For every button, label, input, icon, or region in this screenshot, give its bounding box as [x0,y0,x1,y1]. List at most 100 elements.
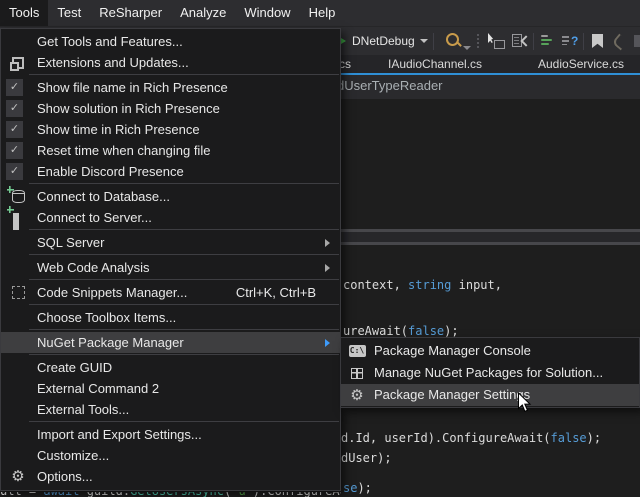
menu-item-connect-to-database[interactable]: Connect to Database... [1,186,340,207]
menu-item-extensions-and-updates[interactable]: Extensions and Updates... [1,52,340,73]
code-keyword: false [551,431,587,445]
menu-item-label: Web Code Analysis [37,260,150,275]
icon-slot [6,209,30,226]
code-text: context, [343,278,408,292]
find-dropdown-icon[interactable] [463,46,471,50]
menu-separator [29,254,339,255]
toolbar-separator [433,33,434,50]
code-text: ); [444,324,458,338]
menu-item-label: Connect to Server... [37,210,152,225]
bookmark-icon[interactable] [592,34,603,48]
menu-separator [29,354,339,355]
find-icon-handle [456,41,462,47]
menu-item-label: External Command 2 [37,381,159,396]
run-target-dropdown-icon[interactable] [420,39,428,43]
menu-item-label: SQL Server [37,235,104,250]
navigate-box-icon [494,40,505,49]
menu-item-create-guid[interactable]: Create GUID [1,357,340,378]
menu-item-reset-time[interactable]: ✓ Reset time when changing file [1,140,340,161]
icon-slot: C:\ [347,343,367,359]
code-text: ).ConfigureAwait( [253,492,341,497]
package-icon [351,368,363,379]
menu-item-label: Get Tools and Features... [37,34,183,49]
icon-slot [347,365,367,381]
submenu-arrow-icon [325,264,330,272]
menubar-item-tools[interactable]: Tools [0,0,48,26]
server-icon [13,211,24,224]
code-line: d.Id, userId).ConfigureAwait(false); [341,431,601,446]
menu-item-get-tools-and-features[interactable]: Get Tools and Features... [1,31,340,52]
menu-separator [29,74,339,75]
menu-item-label: Choose Toolbox Items... [37,310,176,325]
menu-item-show-file-name[interactable]: ✓ Show file name in Rich Presence [1,77,340,98]
menu-separator [29,329,339,330]
question-mark-icon: ? [571,34,578,48]
menu-item-show-time[interactable]: ✓ Show time in Rich Presence [1,119,340,140]
console-icon: C:\ [349,345,366,357]
menu-separator [29,279,339,280]
menu-item-choose-toolbox-items[interactable]: Choose Toolbox Items... [1,307,340,328]
menu-item-external-tools[interactable]: External Tools... [1,399,340,420]
run-target-label[interactable]: DNetDebug [352,27,415,55]
code-text: dUser); [341,451,392,465]
code-line: context, string input, [343,278,502,293]
pane-splitter-gap [341,232,640,242]
checkmark-icon: ✓ [6,121,23,138]
menu-item-enable-discord-presence[interactable]: ✓ Enable Discord Presence [1,161,340,182]
menu-item-code-snippets-manager[interactable]: Code Snippets Manager... Ctrl+K, Ctrl+B [1,282,340,303]
menubar-item-resharper[interactable]: ReSharper [90,0,171,26]
menu-item-label: Create GUID [37,360,112,375]
code-text: ); [587,431,601,445]
code-text: input, [451,278,502,292]
prev-bookmark-icon[interactable] [612,34,629,51]
submenu-item-package-manager-console[interactable]: C:\ Package Manager Console [341,340,639,362]
submenu-arrow-icon [325,339,330,347]
submenu-item-package-manager-settings[interactable]: ⚙ Package Manager Settings [341,384,639,406]
code-line: se); [343,481,372,496]
menu-item-label: Options... [37,469,93,484]
menu-item-label: Extensions and Updates... [37,55,189,70]
code-keyword: false [408,324,444,338]
code-text: ult = [0,492,43,497]
menu-item-options[interactable]: ⚙ Options... [1,466,340,487]
code-text: ); [357,481,371,495]
menu-item-web-code-analysis[interactable]: Web Code Analysis [1,257,340,278]
menubar-item-test[interactable]: Test [48,0,90,26]
gear-icon: ⚙ [350,387,363,404]
menu-item-label: Enable Discord Presence [37,164,184,179]
menu-item-customize[interactable]: Customize... [1,445,340,466]
code-keyword: string [408,278,451,292]
menu-item-connect-to-server[interactable]: Connect to Server... [1,207,340,228]
code-string: "u" [231,492,253,497]
menu-item-label: Show time in Rich Presence [37,122,200,137]
tab-audioservice[interactable]: AudioService.cs [538,56,624,73]
menubar-item-analyze[interactable]: Analyze [171,0,235,26]
icon-slot: ⚙ [347,387,367,403]
toolbar-grip[interactable] [477,34,479,48]
menubar-item-help[interactable]: Help [300,0,345,26]
snippets-icon [12,286,25,299]
menubar-item-window[interactable]: Window [235,0,299,26]
pane-splitter-bottom[interactable] [341,242,640,245]
submenu-item-label: Manage NuGet Packages for Solution... [374,365,603,380]
gear-icon: ⚙ [11,468,24,485]
help-comment-icon[interactable] [562,35,569,45]
code-line: dUser); [341,451,392,466]
submenu-item-manage-nuget-packages[interactable]: Manage NuGet Packages for Solution... [341,362,639,384]
comment-lines-icon[interactable] [541,35,552,45]
submenu-item-label: Package Manager Settings [374,387,530,402]
nuget-package-manager-submenu: C:\ Package Manager Console Manage NuGet… [340,337,640,408]
navigation-type-name[interactable]: dUserTypeReader [337,78,443,93]
extensions-icon [12,57,24,69]
menu-item-sql-server[interactable]: SQL Server [1,232,340,253]
code-text: d.Id, userId).ConfigureAwait( [341,431,551,445]
menu-item-external-command-2[interactable]: External Command 2 [1,378,340,399]
tab-iaudiochannel[interactable]: IAudioChannel.cs [388,56,482,73]
icon-slot: ⚙ [6,468,30,485]
menu-item-label: Show file name in Rich Presence [37,80,228,95]
menu-item-show-solution[interactable]: ✓ Show solution in Rich Presence [1,98,340,119]
checkmark-icon: ✓ [6,100,23,117]
menu-separator [29,421,339,422]
menu-item-nuget-package-manager[interactable]: NuGet Package Manager [1,332,340,353]
menu-item-import-export-settings[interactable]: Import and Export Settings... [1,424,340,445]
